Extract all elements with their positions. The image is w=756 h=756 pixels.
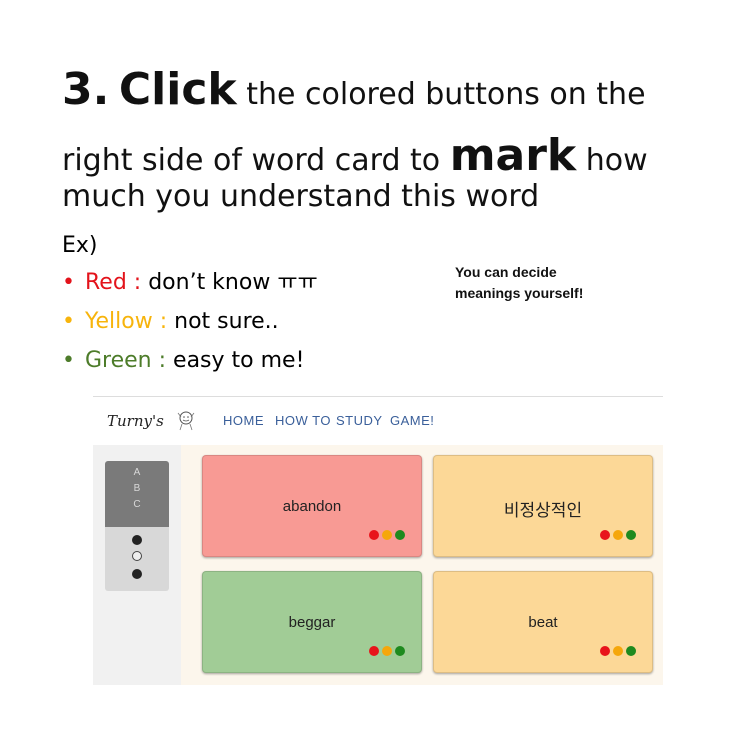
mark-red-button[interactable] <box>600 530 610 540</box>
bullet-glyph: • <box>62 348 75 373</box>
heading-line-1-rest: the colored buttons on the <box>246 77 646 112</box>
bullet-glyph: • <box>62 270 75 295</box>
mark-buttons <box>597 530 636 540</box>
mark-word: mark <box>449 130 577 181</box>
legend-key-green: Green : <box>85 348 167 373</box>
letter-options: A B C <box>105 461 169 527</box>
side-note: You can decide meanings yourself! <box>455 262 583 304</box>
legend-desc-red: don’t know ㅠㅠ <box>148 270 318 295</box>
word-card-beggar[interactable]: beggar <box>202 571 422 673</box>
legend-key-red: Red : <box>85 270 142 295</box>
radio-filled-2[interactable] <box>132 569 142 579</box>
app-screenshot: Turny's HOME HOW TO STUDY GAME! A B C ab… <box>93 396 663 685</box>
display-mode-panel: A B C <box>105 461 169 591</box>
legend-key-yellow: Yellow : <box>85 309 168 334</box>
card-word: abandon <box>282 498 342 515</box>
mark-green-button[interactable] <box>626 530 636 540</box>
legend-list: • Red : don’t know ㅠㅠ • Yellow : not sur… <box>62 268 318 385</box>
site-logo[interactable]: Turny's <box>107 412 164 430</box>
legend-item-green: • Green : easy to me! <box>62 346 318 385</box>
letter-b[interactable]: B <box>105 481 169 497</box>
mark-yellow-button[interactable] <box>613 646 623 656</box>
side-note-line-1: You can decide <box>455 264 557 280</box>
heading-line-2-start: right side of word card to <box>62 143 441 178</box>
mark-red-button[interactable] <box>369 646 379 656</box>
mark-green-button[interactable] <box>395 530 405 540</box>
heading-line-3: much you understand this word <box>62 179 540 214</box>
mark-red-button[interactable] <box>600 646 610 656</box>
word-card-beat[interactable]: beat <box>433 571 653 673</box>
side-note-line-2: meanings yourself! <box>455 285 584 301</box>
legend-item-yellow: • Yellow : not sure.. <box>62 307 318 346</box>
card-word: 비정상적인 <box>503 501 583 520</box>
study-area: A B C abandon 비정상적인 beggar beat <box>93 445 663 685</box>
mark-yellow-button[interactable] <box>613 530 623 540</box>
nav-study[interactable]: STUDY <box>336 413 383 428</box>
legend-desc-yellow: not sure.. <box>174 309 279 334</box>
click-word: Click <box>118 64 237 115</box>
word-card-abandon[interactable]: abandon <box>202 455 422 557</box>
step-number: 3. <box>62 64 110 115</box>
mark-yellow-button[interactable] <box>382 646 392 656</box>
mark-green-button[interactable] <box>395 646 405 656</box>
heading-line-1: 3. Click the colored buttons on the <box>62 68 646 112</box>
nav-game[interactable]: GAME! <box>390 413 434 428</box>
legend-item-red: • Red : don’t know ㅠㅠ <box>62 268 318 307</box>
bullet-glyph: • <box>62 309 75 334</box>
radio-empty[interactable] <box>132 551 142 561</box>
card-word: beggar <box>288 614 336 631</box>
mark-red-button[interactable] <box>369 530 379 540</box>
mark-buttons <box>597 646 636 656</box>
mark-buttons <box>366 646 405 656</box>
top-nav: Turny's HOME HOW TO STUDY GAME! <box>93 397 663 442</box>
legend-desc-green: easy to me! <box>173 348 305 373</box>
heading-line-2: right side of word card to mark how <box>62 134 648 178</box>
word-card-korean[interactable]: 비정상적인 <box>433 455 653 557</box>
mark-buttons <box>366 530 405 540</box>
letter-a[interactable]: A <box>105 465 169 481</box>
radio-options <box>105 527 169 591</box>
sidebar: A B C <box>93 445 181 685</box>
heading-line-2-rest: how <box>585 143 648 178</box>
card-word: beat <box>528 614 558 631</box>
radio-filled-1[interactable] <box>132 535 142 545</box>
mark-green-button[interactable] <box>626 646 636 656</box>
example-label: Ex) <box>62 233 98 258</box>
nav-how-to[interactable]: HOW TO <box>275 413 331 428</box>
letter-c[interactable]: C <box>105 497 169 513</box>
nav-home[interactable]: HOME <box>223 413 264 428</box>
mark-yellow-button[interactable] <box>382 530 392 540</box>
doodle-face-icon <box>177 411 195 431</box>
